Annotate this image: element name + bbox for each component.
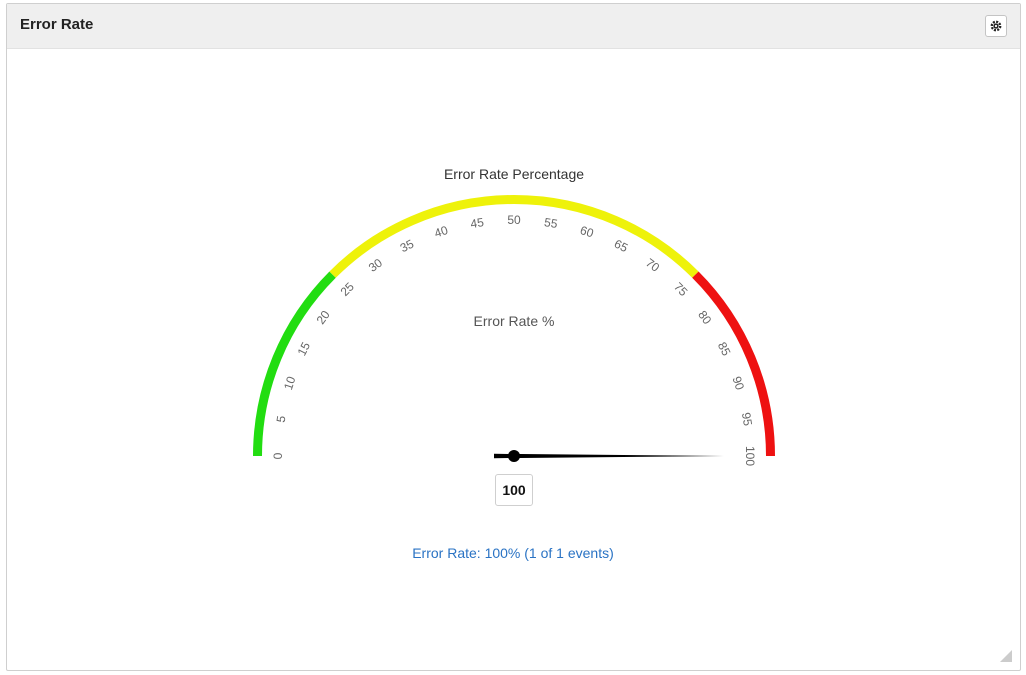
gauge-tick-label: 15 bbox=[295, 340, 314, 359]
gauge-tick-label: 85 bbox=[715, 340, 734, 359]
gauge-chart: Error Rate Percentage Error Rate % 0 5 10 1… bbox=[253, 166, 775, 466]
gauge-needle-group bbox=[494, 450, 724, 462]
gauge-tick-label: 25 bbox=[338, 279, 358, 299]
gauge-tick-label: 90 bbox=[730, 375, 748, 392]
gauge-tick-label: 5 bbox=[274, 414, 289, 423]
gauge-tick-label: 20 bbox=[314, 308, 333, 327]
gauge-tick-label: 60 bbox=[578, 223, 595, 241]
gauge-tick-label: 55 bbox=[543, 215, 559, 231]
gauge-tick-label: 75 bbox=[671, 280, 691, 300]
chart-title: Error Rate Percentage bbox=[444, 166, 584, 182]
gauge-tick-label: 35 bbox=[398, 236, 417, 255]
gauge-tick-label: 50 bbox=[507, 213, 521, 227]
gauge-band-2 bbox=[692, 271, 775, 457]
gauge-tick-label: 80 bbox=[695, 308, 714, 327]
gauge-band-1 bbox=[329, 195, 699, 278]
gauge-needle bbox=[494, 453, 724, 459]
chart-subtitle: Error Rate % bbox=[474, 313, 555, 329]
gauge-tick-label: 30 bbox=[366, 255, 385, 274]
gauge-needle-hub bbox=[508, 450, 520, 462]
gauge-tick-label: 70 bbox=[643, 256, 662, 275]
gauge-tick-label: 95 bbox=[739, 411, 755, 427]
gauge-tick-label: 40 bbox=[433, 223, 450, 241]
error-rate-caption[interactable]: Error Rate: 100% (1 of 1 events) bbox=[0, 545, 1026, 561]
gauge-tick-label: 100 bbox=[743, 446, 757, 466]
gauge-tick-label: 10 bbox=[281, 374, 299, 391]
gauge-value-label: 100 bbox=[495, 474, 533, 506]
gauge-tick-labels: 0 5 10 1520 25 30 35 40 45 50 55 60 65 70 758085 90 95 10… bbox=[271, 213, 757, 466]
gauge-tick-label: 45 bbox=[469, 215, 485, 231]
gauge-tick-label: 0 bbox=[271, 452, 285, 459]
gauge-band-0 bbox=[253, 271, 336, 457]
gauge-tick-label: 65 bbox=[612, 237, 631, 256]
